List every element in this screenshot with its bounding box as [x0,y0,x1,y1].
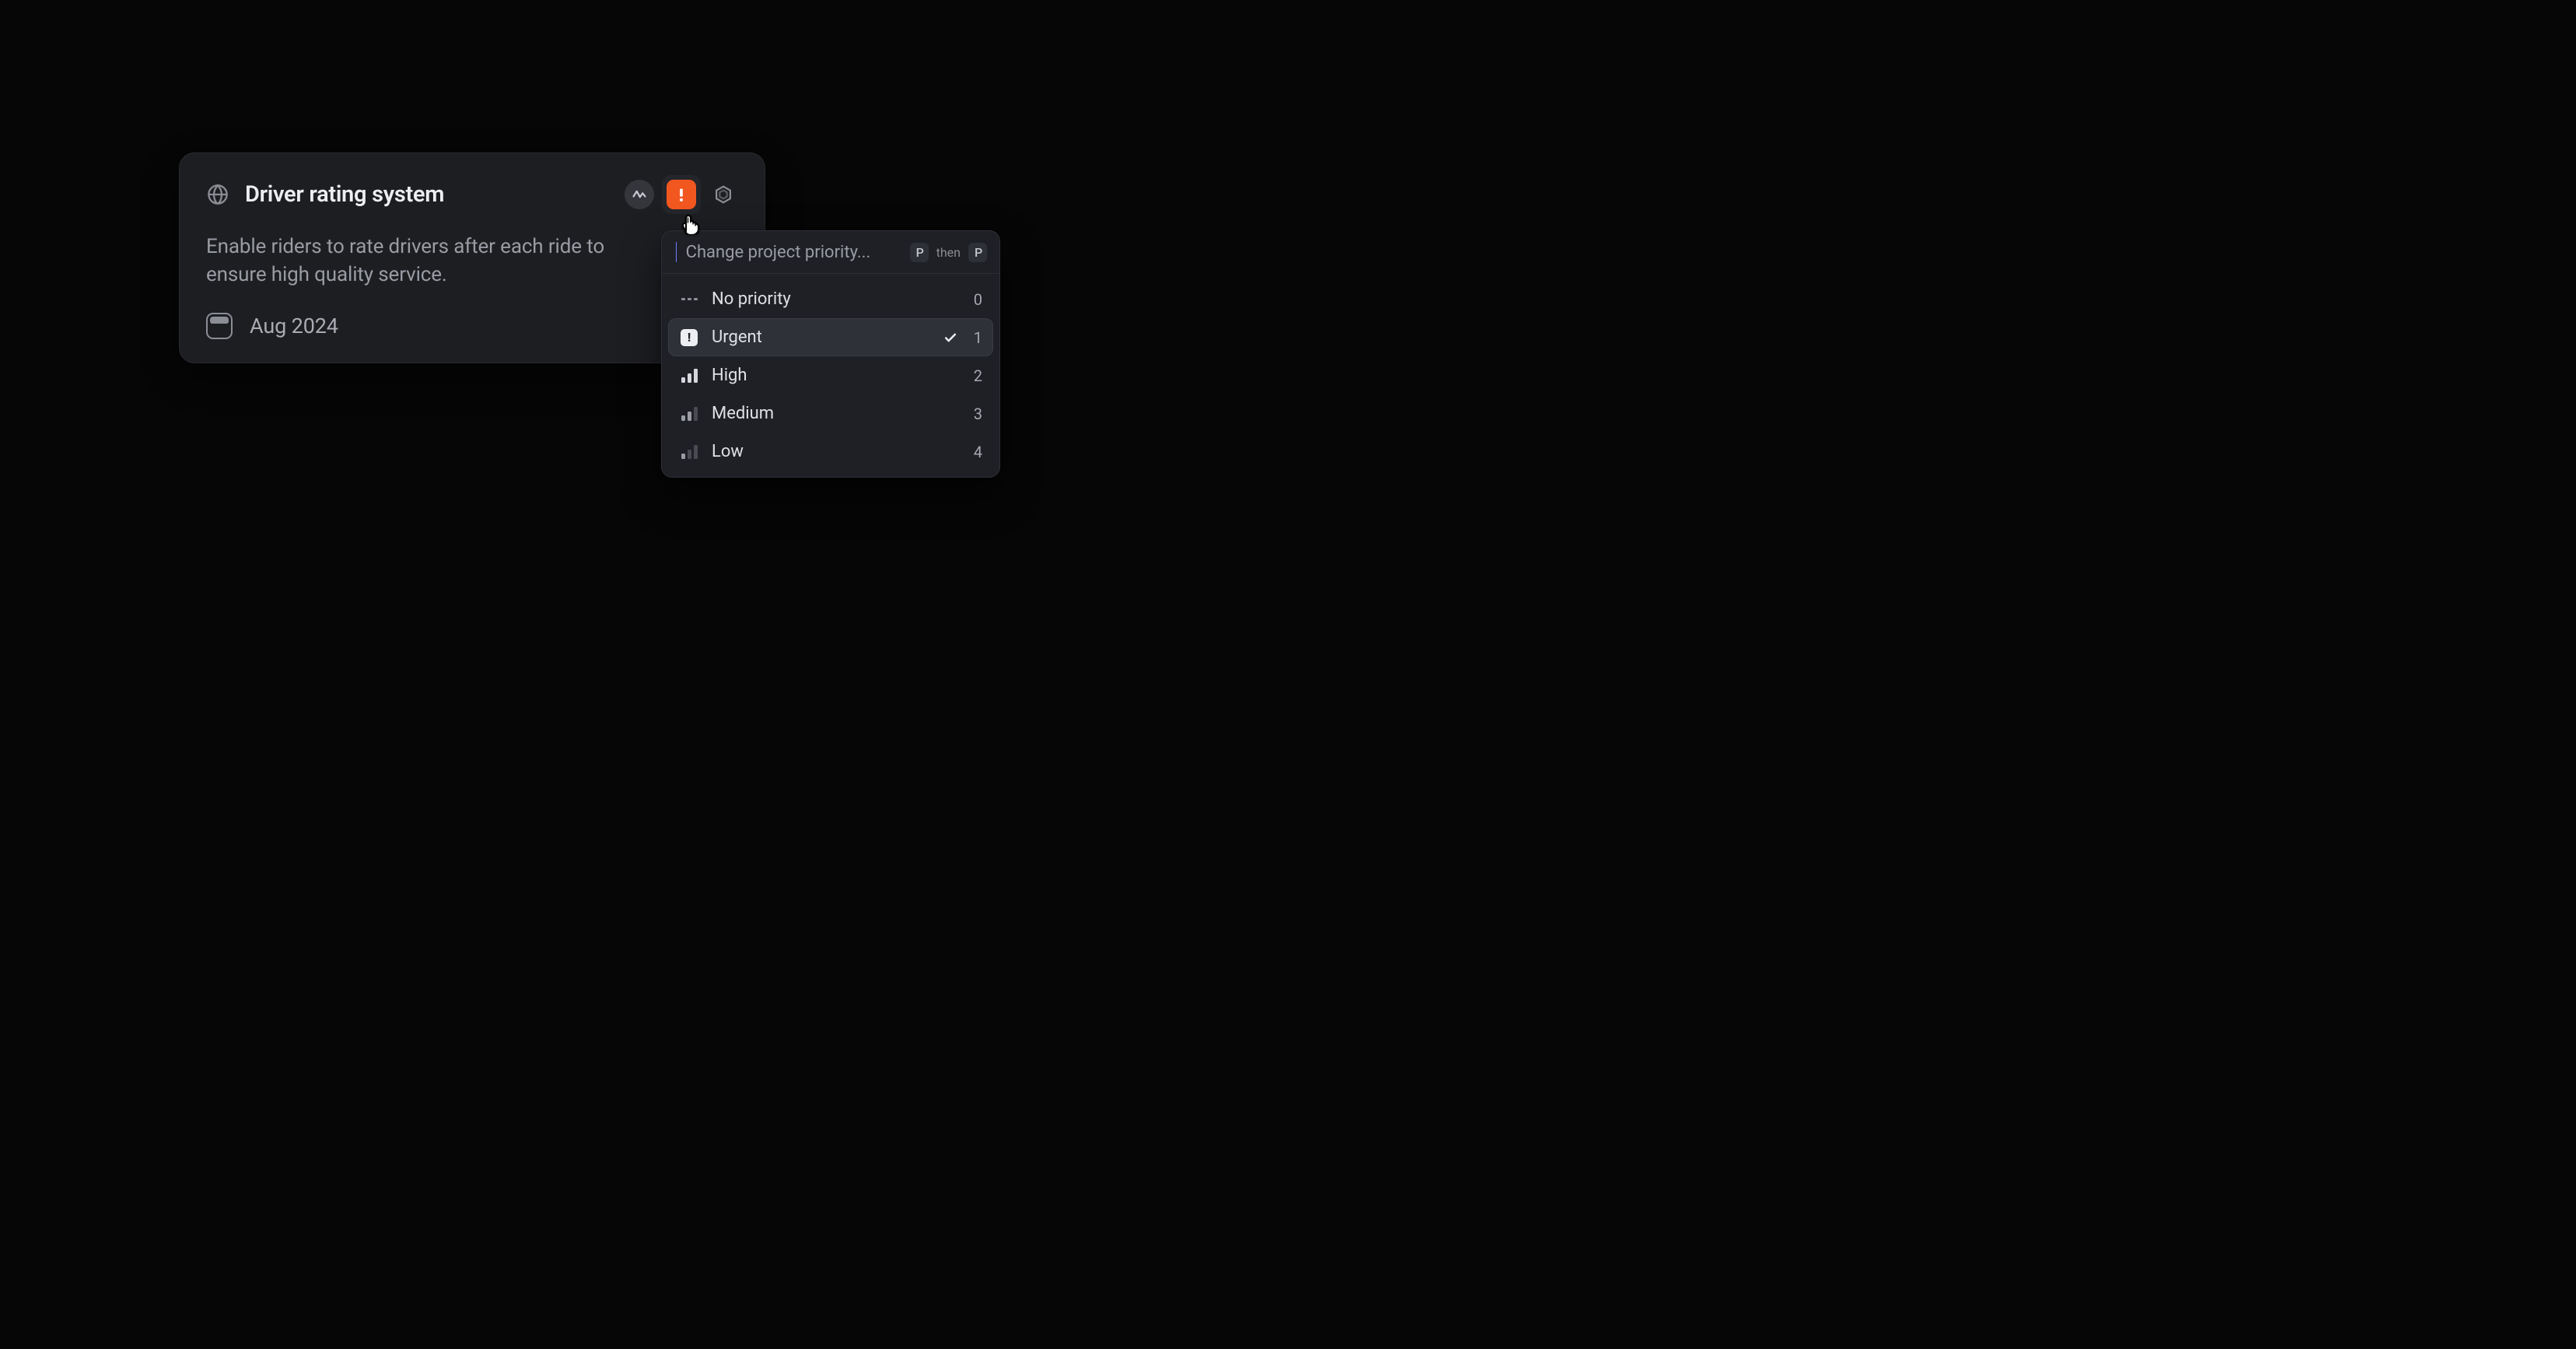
card-header: Driver rating system [206,175,738,214]
caret-icon [676,242,677,262]
menu-item-shortcut: 2 [971,366,982,385]
check-icon [942,329,959,346]
priority-search-input[interactable] [686,243,902,262]
project-date: Aug 2024 [250,314,338,338]
menu-item-shortcut: 3 [971,405,982,423]
urgent-icon: ! [679,329,699,346]
menu-header: P then P [662,231,999,274]
menu-item-shortcut: 0 [971,290,982,309]
kbd-hint-sep: then [936,245,961,260]
menu-item-shortcut: 4 [971,443,982,461]
low-icon [679,443,699,461]
project-description: Enable riders to rate drivers after each… [206,233,665,289]
project-title: Driver rating system [245,181,609,208]
high-icon [679,367,699,384]
priority-option-high[interactable]: High 2 [668,356,993,394]
menu-item-label: No priority [712,289,959,309]
priority-option-no-priority[interactable]: No priority 0 [668,280,993,318]
menu-item-label: Medium [712,404,959,423]
kbd-hint-1: P [910,243,929,262]
menu-item-label: High [712,366,959,385]
globe-icon [206,183,229,206]
card-footer: Aug 2024 [206,313,738,339]
menu-item-label: Low [712,442,959,461]
calendar-icon [206,313,233,339]
status-icon[interactable] [625,180,654,209]
priority-option-medium[interactable]: Medium 3 [668,394,993,433]
kbd-hint-2: P [968,243,987,262]
priority-option-low[interactable]: Low 4 [668,433,993,471]
menu-item-label: Urgent [712,328,929,347]
no-priority-icon [679,291,699,308]
menu-list: No priority 0 ! Urgent 1 Hig [662,274,999,477]
priority-menu: P then P No priority 0 ! Urgent [661,230,1000,478]
priority-button[interactable] [667,180,696,209]
card-actions [625,175,738,214]
cycle-icon[interactable] [709,180,738,209]
priority-button-wrap [662,175,701,214]
medium-icon [679,405,699,422]
menu-item-shortcut: 1 [971,328,982,347]
priority-option-urgent[interactable]: ! Urgent 1 [668,318,993,356]
